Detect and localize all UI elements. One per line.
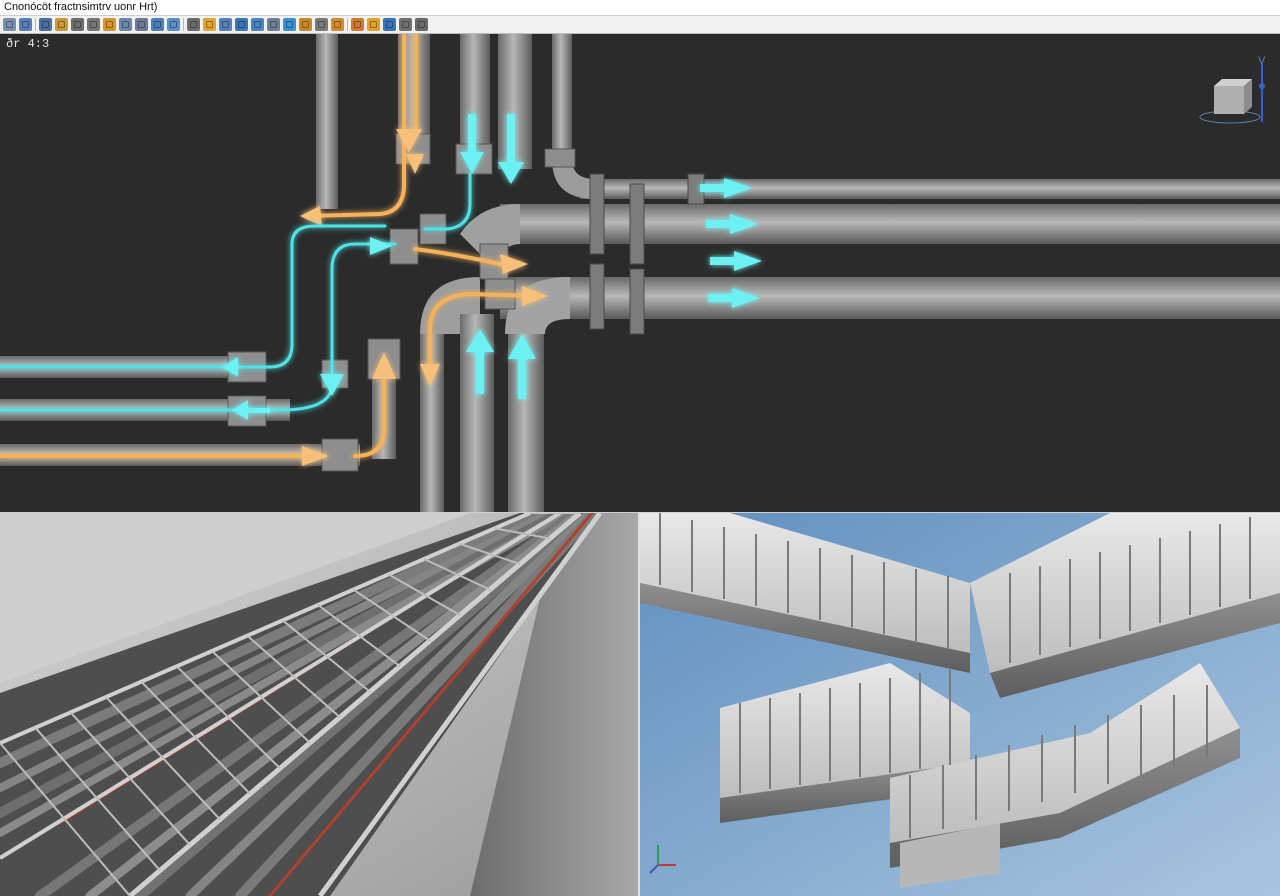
frame-icon[interactable]: [3, 18, 16, 31]
view-cube[interactable]: [1199, 64, 1265, 124]
window-icon[interactable]: [415, 18, 428, 31]
pipe-vertical[interactable]: [552, 34, 572, 159]
viewport-aspect-label: ðr 4:3: [6, 37, 50, 51]
pipe-icon[interactable]: [151, 18, 164, 31]
loop-icon[interactable]: [87, 18, 100, 31]
elbow-icon[interactable]: [235, 18, 248, 31]
pipe-horizontal[interactable]: [500, 277, 1280, 319]
pipe-horizontal[interactable]: [500, 204, 1280, 244]
tag-icon[interactable]: [351, 18, 364, 31]
render-icon[interactable]: [331, 18, 344, 31]
table-icon[interactable]: [119, 18, 132, 31]
toolbar-separator: [347, 18, 348, 31]
window-title-bar: Cnonócöt fractnsimtrv uonr Hrt): [0, 0, 1280, 16]
duct-icon[interactable]: [167, 18, 180, 31]
visibility-icon[interactable]: [383, 18, 396, 31]
view-cube-axis-label: V: [1258, 55, 1266, 67]
folder-icon[interactable]: [103, 18, 116, 31]
flange-icon[interactable]: [267, 18, 280, 31]
layers-icon[interactable]: [39, 18, 52, 31]
split-icon[interactable]: [135, 18, 148, 31]
section-icon[interactable]: [315, 18, 328, 31]
piping-scene: V: [0, 34, 1280, 512]
measure-icon[interactable]: [299, 18, 312, 31]
toolbar-separator: [183, 18, 184, 31]
flow-icon[interactable]: [283, 18, 296, 31]
pipe-vertical[interactable]: [316, 34, 338, 209]
viewport-cable-tray[interactable]: [0, 513, 638, 896]
pipe-horizontal[interactable]: [580, 179, 1280, 199]
viewport-ductwork[interactable]: [640, 513, 1280, 896]
toolbar-separator: [35, 18, 36, 31]
viewport-piping[interactable]: V ðr 4:3: [0, 34, 1280, 512]
cube-icon[interactable]: [55, 18, 68, 31]
calc-icon[interactable]: [399, 18, 412, 31]
fitting-icon[interactable]: [219, 18, 232, 31]
tray-icon[interactable]: [187, 18, 200, 31]
hot-flow-lines: [0, 34, 537, 458]
panel-icon[interactable]: [71, 18, 84, 31]
grid-icon[interactable]: [19, 18, 32, 31]
paint-icon[interactable]: [367, 18, 380, 31]
tee-icon[interactable]: [251, 18, 264, 31]
valve-icon[interactable]: [203, 18, 216, 31]
window-title: Cnonócöt fractnsimtrv uonr Hrt): [4, 1, 158, 13]
main-toolbar: [0, 16, 1280, 34]
ductwork-scene: [640, 513, 1280, 896]
cable-tray-scene: [0, 513, 638, 896]
